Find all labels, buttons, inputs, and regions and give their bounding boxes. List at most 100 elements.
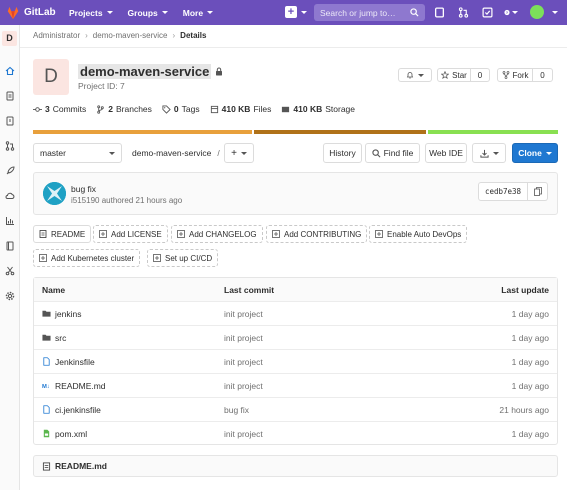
chevron-down-icon [161, 11, 168, 14]
commit-message[interactable]: bug fix [71, 184, 96, 194]
add-license-button[interactable]: Add LICENSE [93, 225, 168, 243]
new-dropdown-button[interactable]: + [285, 6, 307, 18]
gitlab-logo[interactable]: GitLab [0, 6, 64, 20]
stat-commits-label: Commits [52, 104, 87, 114]
table-row[interactable]: ci.jenkinsfile bug fix 21 hours ago [34, 397, 557, 421]
branch-select[interactable]: master [33, 143, 122, 163]
file-last-commit[interactable]: init project [224, 357, 263, 367]
readme-title[interactable]: README.md [55, 461, 107, 471]
help-nav-button[interactable]: ? [504, 6, 518, 19]
language-segment[interactable] [33, 130, 252, 134]
table-row[interactable]: M↓ README.md init project 1 day ago [34, 373, 557, 397]
file-last-commit[interactable]: init project [224, 309, 263, 319]
file-last-commit[interactable]: bug fix [224, 405, 249, 415]
table-row[interactable]: src init project 1 day ago [34, 325, 557, 349]
sidebar-item-project-overview[interactable] [4, 65, 16, 77]
stat-tags[interactable]: 0 Tags [162, 104, 200, 114]
add-contributing-label: Add CONTRIBUTING [284, 229, 362, 239]
file-last-commit[interactable]: init project [224, 429, 263, 439]
xml-file-icon [43, 429, 50, 438]
breadcrumb-item-project[interactable]: demo-maven-service [93, 31, 168, 40]
stat-commits[interactable]: 3 Commits [33, 104, 86, 114]
stat-branches[interactable]: 2 Branches [96, 104, 152, 114]
user-avatar[interactable] [530, 5, 544, 19]
sidebar-item-wiki[interactable] [4, 240, 16, 252]
nav-groups-label: Groups [127, 7, 158, 18]
find-file-button[interactable]: Find file [365, 143, 420, 163]
star-label: Star [452, 70, 467, 80]
last-commit: bug fix i515190 authored 21 hours ago ce… [33, 172, 558, 215]
file-last-commit[interactable]: init project [224, 381, 263, 391]
stat-files[interactable]: 410 KB Files [210, 104, 271, 114]
sidebar-item-merge-requests[interactable] [4, 140, 16, 152]
language-segment[interactable] [253, 130, 426, 134]
add-changelog-button[interactable]: Add CHANGELOG [171, 225, 263, 243]
breadcrumb-item-current[interactable]: Details [180, 31, 206, 40]
sidebar-item-analytics[interactable] [4, 215, 16, 227]
file-name[interactable]: Jenkinsfile [55, 357, 95, 367]
table-row[interactable]: Jenkinsfile init project 1 day ago [34, 349, 557, 373]
sidebar-item-operations[interactable] [4, 190, 16, 202]
fork-count[interactable]: 0 [532, 68, 553, 82]
sidebar-project-avatar[interactable]: D [2, 31, 17, 46]
todos-nav-button[interactable] [480, 6, 494, 19]
chevron-right-icon: › [85, 31, 88, 40]
commit-meta: i515190 authored 21 hours ago [71, 196, 183, 205]
project-sidebar: D [0, 25, 20, 490]
file-last-commit[interactable]: init project [224, 333, 263, 343]
path-root-link[interactable]: demo-maven-service [132, 148, 211, 158]
home-icon [5, 66, 15, 76]
find-file-label: Find file [383, 148, 414, 158]
table-row[interactable]: jenkins init project 1 day ago [34, 301, 557, 325]
chevron-down-icon [545, 151, 552, 155]
enable-auto-devops-label: Enable Auto DevOps [387, 229, 462, 239]
add-to-tree-button[interactable]: + [224, 143, 254, 163]
search-input[interactable]: Search or jump to… [314, 4, 425, 21]
language-segment[interactable] [427, 130, 558, 134]
merge-requests-nav-button[interactable] [456, 6, 470, 19]
file-last-update: 1 day ago [511, 380, 549, 391]
table-header: Name Last commit Last update [34, 278, 557, 301]
star-count[interactable]: 0 [470, 68, 490, 82]
rocket-icon [6, 166, 15, 175]
file-last-update: 1 day ago [511, 356, 549, 367]
sidebar-item-snippets[interactable] [4, 265, 16, 277]
nav-groups[interactable]: Groups [128, 8, 168, 18]
nav-projects[interactable]: Projects [69, 8, 113, 18]
star-button[interactable]: Star [437, 68, 471, 82]
commit-sha[interactable]: cedb7e38 [478, 182, 528, 201]
file-icon [43, 405, 50, 414]
download-button[interactable] [472, 143, 506, 163]
file-name[interactable]: pom.xml [55, 429, 87, 439]
commit-author-avatar[interactable] [43, 182, 66, 205]
chevron-down-icon [492, 151, 499, 155]
web-ide-button[interactable]: Web IDE [425, 143, 467, 163]
copy-sha-button[interactable] [528, 182, 548, 201]
issues-nav-button[interactable] [432, 6, 446, 19]
clone-button[interactable]: Clone [512, 143, 558, 163]
add-kubernetes-cluster-button[interactable]: Add Kubernetes cluster [33, 249, 141, 267]
enable-auto-devops-button[interactable]: Enable Auto DevOps [369, 225, 468, 243]
file-name[interactable]: README.md [55, 381, 106, 391]
column-header-name: Name [42, 284, 66, 295]
add-contributing-button[interactable]: Add CONTRIBUTING [266, 225, 368, 243]
project-avatar: D [33, 59, 69, 95]
issues-icon [434, 7, 444, 18]
sidebar-item-settings[interactable] [4, 290, 16, 302]
table-row[interactable]: pom.xml init project 1 day ago [34, 421, 557, 445]
sidebar-item-cicd[interactable] [4, 165, 16, 177]
history-button[interactable]: History [323, 143, 362, 163]
sidebar-item-repository[interactable] [4, 90, 16, 102]
file-name[interactable]: jenkins [55, 309, 81, 319]
setup-cicd-button[interactable]: Set up CI/CD [147, 249, 219, 267]
chevron-down-icon [109, 151, 115, 155]
stat-storage[interactable]: 410 KB Storage [281, 104, 355, 114]
readme-button[interactable]: README [33, 225, 92, 243]
notification-button[interactable] [398, 68, 432, 82]
file-name[interactable]: ci.jenkinsfile [55, 405, 101, 415]
breadcrumb-item-admin[interactable]: Administrator [33, 31, 80, 40]
nav-more[interactable]: More [183, 8, 214, 18]
fork-button[interactable]: Fork [497, 68, 533, 82]
sidebar-item-issues[interactable] [4, 115, 16, 127]
file-name[interactable]: src [55, 333, 66, 343]
